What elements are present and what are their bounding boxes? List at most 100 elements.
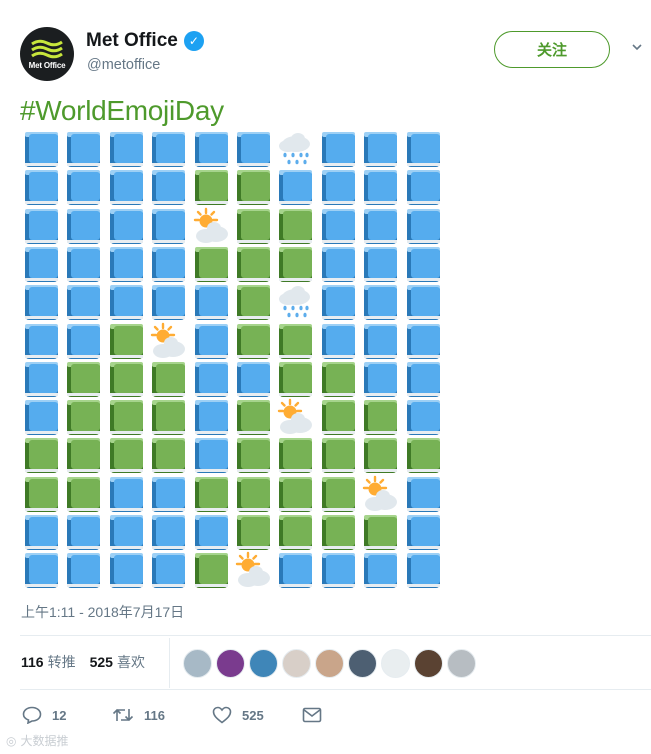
liker-avatar[interactable] xyxy=(315,649,344,678)
green-book-emoji xyxy=(404,436,442,474)
green-book-emoji xyxy=(276,322,314,360)
emoji-grid xyxy=(22,130,446,590)
blue-book-emoji xyxy=(404,322,442,360)
blue-book-emoji xyxy=(64,168,102,206)
blue-book-emoji xyxy=(361,168,399,206)
liker-avatar[interactable] xyxy=(414,649,443,678)
liker-avatar[interactable] xyxy=(381,649,410,678)
blue-book-emoji xyxy=(192,436,230,474)
tweet-stats: 116 转推 525 喜欢 xyxy=(21,652,145,672)
blue-book-emoji xyxy=(192,283,230,321)
blue-book-emoji xyxy=(64,551,102,589)
blue-book-emoji xyxy=(361,283,399,321)
green-book-emoji xyxy=(64,436,102,474)
follow-button[interactable]: 关注 xyxy=(494,31,610,68)
direct-message-button[interactable] xyxy=(302,707,322,723)
hashtag-link[interactable]: #WorldEmojiDay xyxy=(20,95,224,127)
like-button[interactable]: 525 xyxy=(212,706,302,724)
verified-check-icon: ✓ xyxy=(183,31,204,51)
green-book-emoji xyxy=(64,475,102,513)
blue-book-emoji xyxy=(319,551,357,589)
retweet-stat-count: 116 xyxy=(21,654,44,670)
retweet-button[interactable]: 116 xyxy=(112,706,212,724)
blue-book-emoji xyxy=(319,322,357,360)
blue-book-emoji xyxy=(361,360,399,398)
like-stat-count: 525 xyxy=(89,654,113,670)
green-book-emoji xyxy=(276,513,314,551)
green-book-emoji xyxy=(192,551,230,589)
green-book-emoji xyxy=(107,360,145,398)
reply-button[interactable]: 12 xyxy=(22,706,112,724)
green-book-emoji xyxy=(22,475,60,513)
blue-book-emoji xyxy=(149,475,187,513)
blue-book-emoji xyxy=(361,322,399,360)
author-name-text: Met Office xyxy=(86,30,178,51)
blue-book-emoji xyxy=(149,551,187,589)
reply-icon xyxy=(22,706,42,724)
divider-bottom xyxy=(20,689,651,690)
green-book-emoji xyxy=(319,360,357,398)
sun-behind-cloud-emoji xyxy=(149,322,187,360)
retweet-icon xyxy=(112,708,134,722)
green-book-emoji xyxy=(276,245,314,283)
tweet-timestamp[interactable]: 上午1:11 - 2018年7月17日 xyxy=(21,602,184,622)
liker-avatars xyxy=(183,649,476,678)
blue-book-emoji xyxy=(192,322,230,360)
liker-avatar[interactable] xyxy=(282,649,311,678)
blue-book-emoji xyxy=(64,513,102,551)
green-book-emoji xyxy=(149,436,187,474)
sun-behind-cloud-emoji xyxy=(361,475,399,513)
green-book-emoji xyxy=(361,398,399,436)
liker-avatar[interactable] xyxy=(447,649,476,678)
blue-book-emoji xyxy=(319,245,357,283)
blue-book-emoji xyxy=(22,168,60,206)
liker-avatar[interactable] xyxy=(348,649,377,678)
green-book-emoji xyxy=(234,245,272,283)
green-book-emoji xyxy=(234,322,272,360)
author-display-name[interactable]: Met Office ✓ xyxy=(86,30,204,52)
blue-book-emoji xyxy=(22,322,60,360)
sun-behind-cloud-emoji xyxy=(192,207,230,245)
rain-cloud-emoji xyxy=(276,130,314,168)
green-book-emoji xyxy=(107,436,145,474)
retweet-count: 116 xyxy=(144,707,165,723)
divider-top xyxy=(20,635,651,636)
blue-book-emoji xyxy=(361,245,399,283)
blue-book-emoji xyxy=(319,283,357,321)
retweet-stat[interactable]: 116 转推 xyxy=(21,652,76,672)
blue-book-emoji xyxy=(107,283,145,321)
like-stat[interactable]: 525 喜欢 xyxy=(90,652,145,672)
green-book-emoji xyxy=(192,245,230,283)
green-book-emoji xyxy=(234,283,272,321)
logo-text: Met Office xyxy=(28,61,66,70)
blue-book-emoji xyxy=(361,130,399,168)
blue-book-emoji xyxy=(404,513,442,551)
green-book-emoji xyxy=(192,475,230,513)
green-book-emoji xyxy=(319,436,357,474)
tweet-actions: 12 116 525 xyxy=(22,706,322,724)
blue-book-emoji xyxy=(107,475,145,513)
green-book-emoji xyxy=(234,436,272,474)
blue-book-emoji xyxy=(149,168,187,206)
liker-avatar[interactable] xyxy=(216,649,245,678)
green-book-emoji xyxy=(361,436,399,474)
author-handle[interactable]: @metoffice xyxy=(87,57,160,73)
rain-cloud-emoji xyxy=(276,283,314,321)
chevron-down-icon[interactable] xyxy=(632,42,642,52)
green-book-emoji xyxy=(107,322,145,360)
sun-behind-cloud-emoji xyxy=(276,398,314,436)
green-book-emoji xyxy=(22,436,60,474)
blue-book-emoji xyxy=(234,360,272,398)
blue-book-emoji xyxy=(404,475,442,513)
liker-avatar[interactable] xyxy=(183,649,212,678)
blue-book-emoji xyxy=(107,551,145,589)
liker-avatar[interactable] xyxy=(249,649,278,678)
blue-book-emoji xyxy=(192,513,230,551)
reply-count: 12 xyxy=(52,707,67,723)
green-book-emoji xyxy=(234,398,272,436)
blue-book-emoji xyxy=(319,130,357,168)
like-stat-label: 喜欢 xyxy=(116,654,145,670)
green-book-emoji xyxy=(276,436,314,474)
blue-book-emoji xyxy=(22,398,60,436)
author-avatar[interactable]: Met Office xyxy=(20,27,74,81)
